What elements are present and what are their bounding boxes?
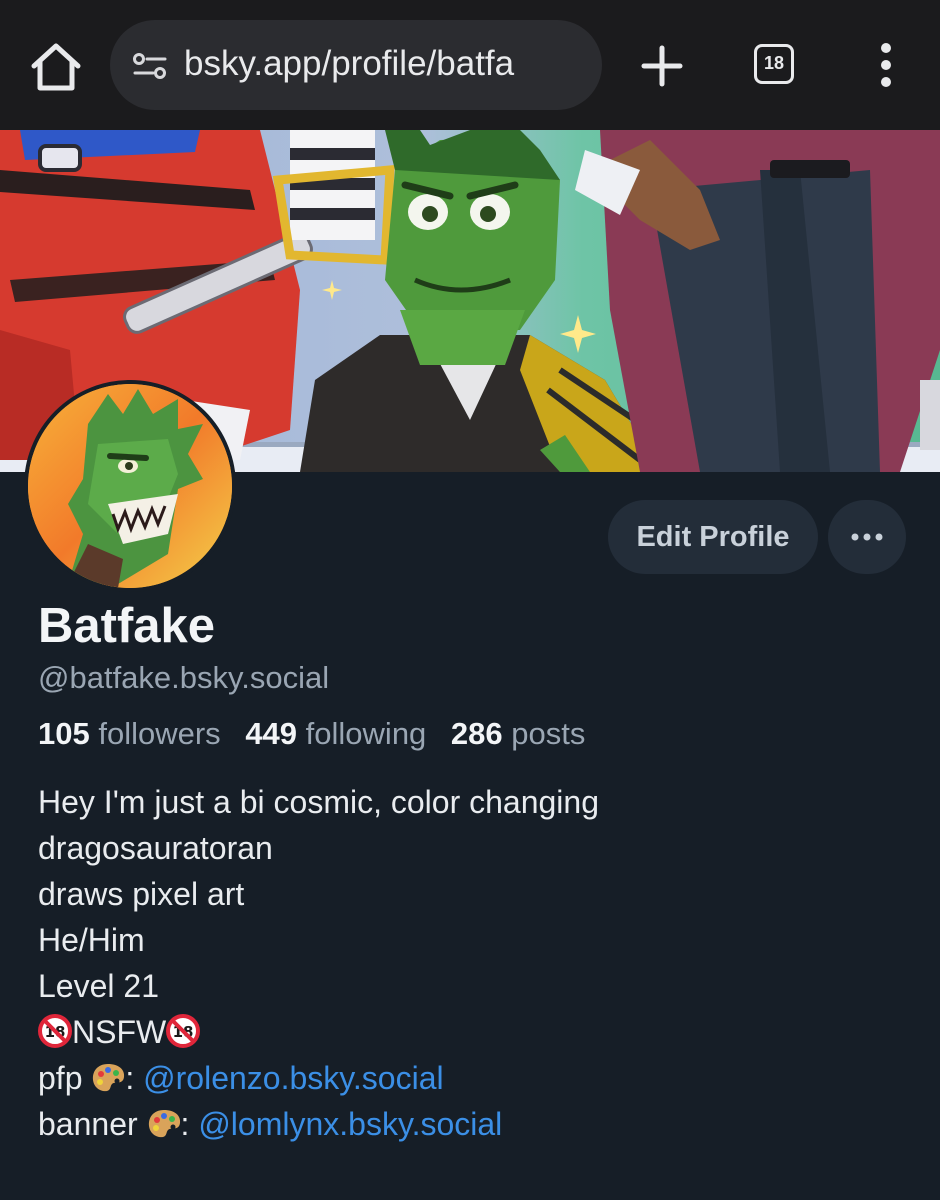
bio-line: draws pixel art (38, 876, 245, 912)
bio-line: He/Him (38, 922, 145, 958)
address-bar[interactable]: bsky.app/profile/batfa (110, 20, 602, 110)
posts-count: 286 posts (451, 716, 585, 751)
profile-handle: @batfake.bsky.social (38, 660, 330, 695)
bio-banner-credit: banner : @lomlynx.bsky.social (38, 1101, 898, 1147)
followers-count[interactable]: 105 followers (38, 716, 221, 751)
nsfw-text: NSFW (72, 1014, 167, 1050)
no-under-18-icon: 18 (166, 1014, 201, 1048)
following-count[interactable]: 449 following (245, 716, 426, 751)
artist-palette-icon (93, 1064, 125, 1092)
edit-profile-button[interactable]: Edit Profile (608, 500, 818, 574)
followers-number: 105 (38, 716, 90, 751)
home-button[interactable] (26, 40, 86, 96)
bio-line: Hey I'm just a bi cosmic, color changing (38, 784, 599, 820)
plus-icon (641, 45, 683, 87)
home-icon (31, 43, 81, 91)
kebab-menu-icon (881, 43, 891, 87)
tab-switcher-button[interactable]: 18 (754, 44, 794, 84)
banner-credit-label: banner (38, 1106, 138, 1142)
tune-icon[interactable] (132, 50, 168, 82)
followers-label: followers (98, 716, 221, 751)
bio-nsfw-line: 18 NSFW 18 (38, 1009, 898, 1055)
ellipsis-icon (851, 533, 883, 541)
banner-artist-link[interactable]: @lomlynx.bsky.social (198, 1106, 502, 1142)
pfp-credit-label: pfp (38, 1060, 83, 1096)
bio-pfp-credit: pfp : @rolenzo.bsky.social (38, 1055, 898, 1101)
no-under-18-icon: 18 (38, 1014, 72, 1048)
posts-label: posts (511, 716, 586, 751)
more-options-button[interactable] (828, 500, 906, 574)
credit-separator: : (125, 1060, 135, 1096)
artist-palette-icon (148, 1110, 180, 1138)
pfp-artist-link[interactable]: @rolenzo.bsky.social (143, 1060, 443, 1096)
profile-avatar[interactable] (24, 380, 236, 592)
bio-line: Level 21 (38, 968, 159, 1004)
credit-separator: : (180, 1106, 190, 1142)
profile-bio: Hey I'm just a bi cosmic, color changing… (38, 779, 898, 1147)
avatar-artwork (28, 384, 232, 588)
following-label: following (305, 716, 427, 751)
display-name: Batfake (38, 599, 216, 653)
browser-menu-button[interactable] (868, 42, 904, 88)
url-text[interactable]: bsky.app/profile/batfa (184, 44, 514, 84)
profile-stats: 105 followers 449 following 286 posts (38, 714, 601, 754)
browser-toolbar: bsky.app/profile/batfa 18 (0, 0, 940, 130)
following-number: 449 (245, 716, 298, 751)
new-tab-button[interactable] (640, 44, 684, 88)
bio-line: dragosauratoran (38, 830, 273, 866)
posts-number: 286 (450, 716, 503, 751)
